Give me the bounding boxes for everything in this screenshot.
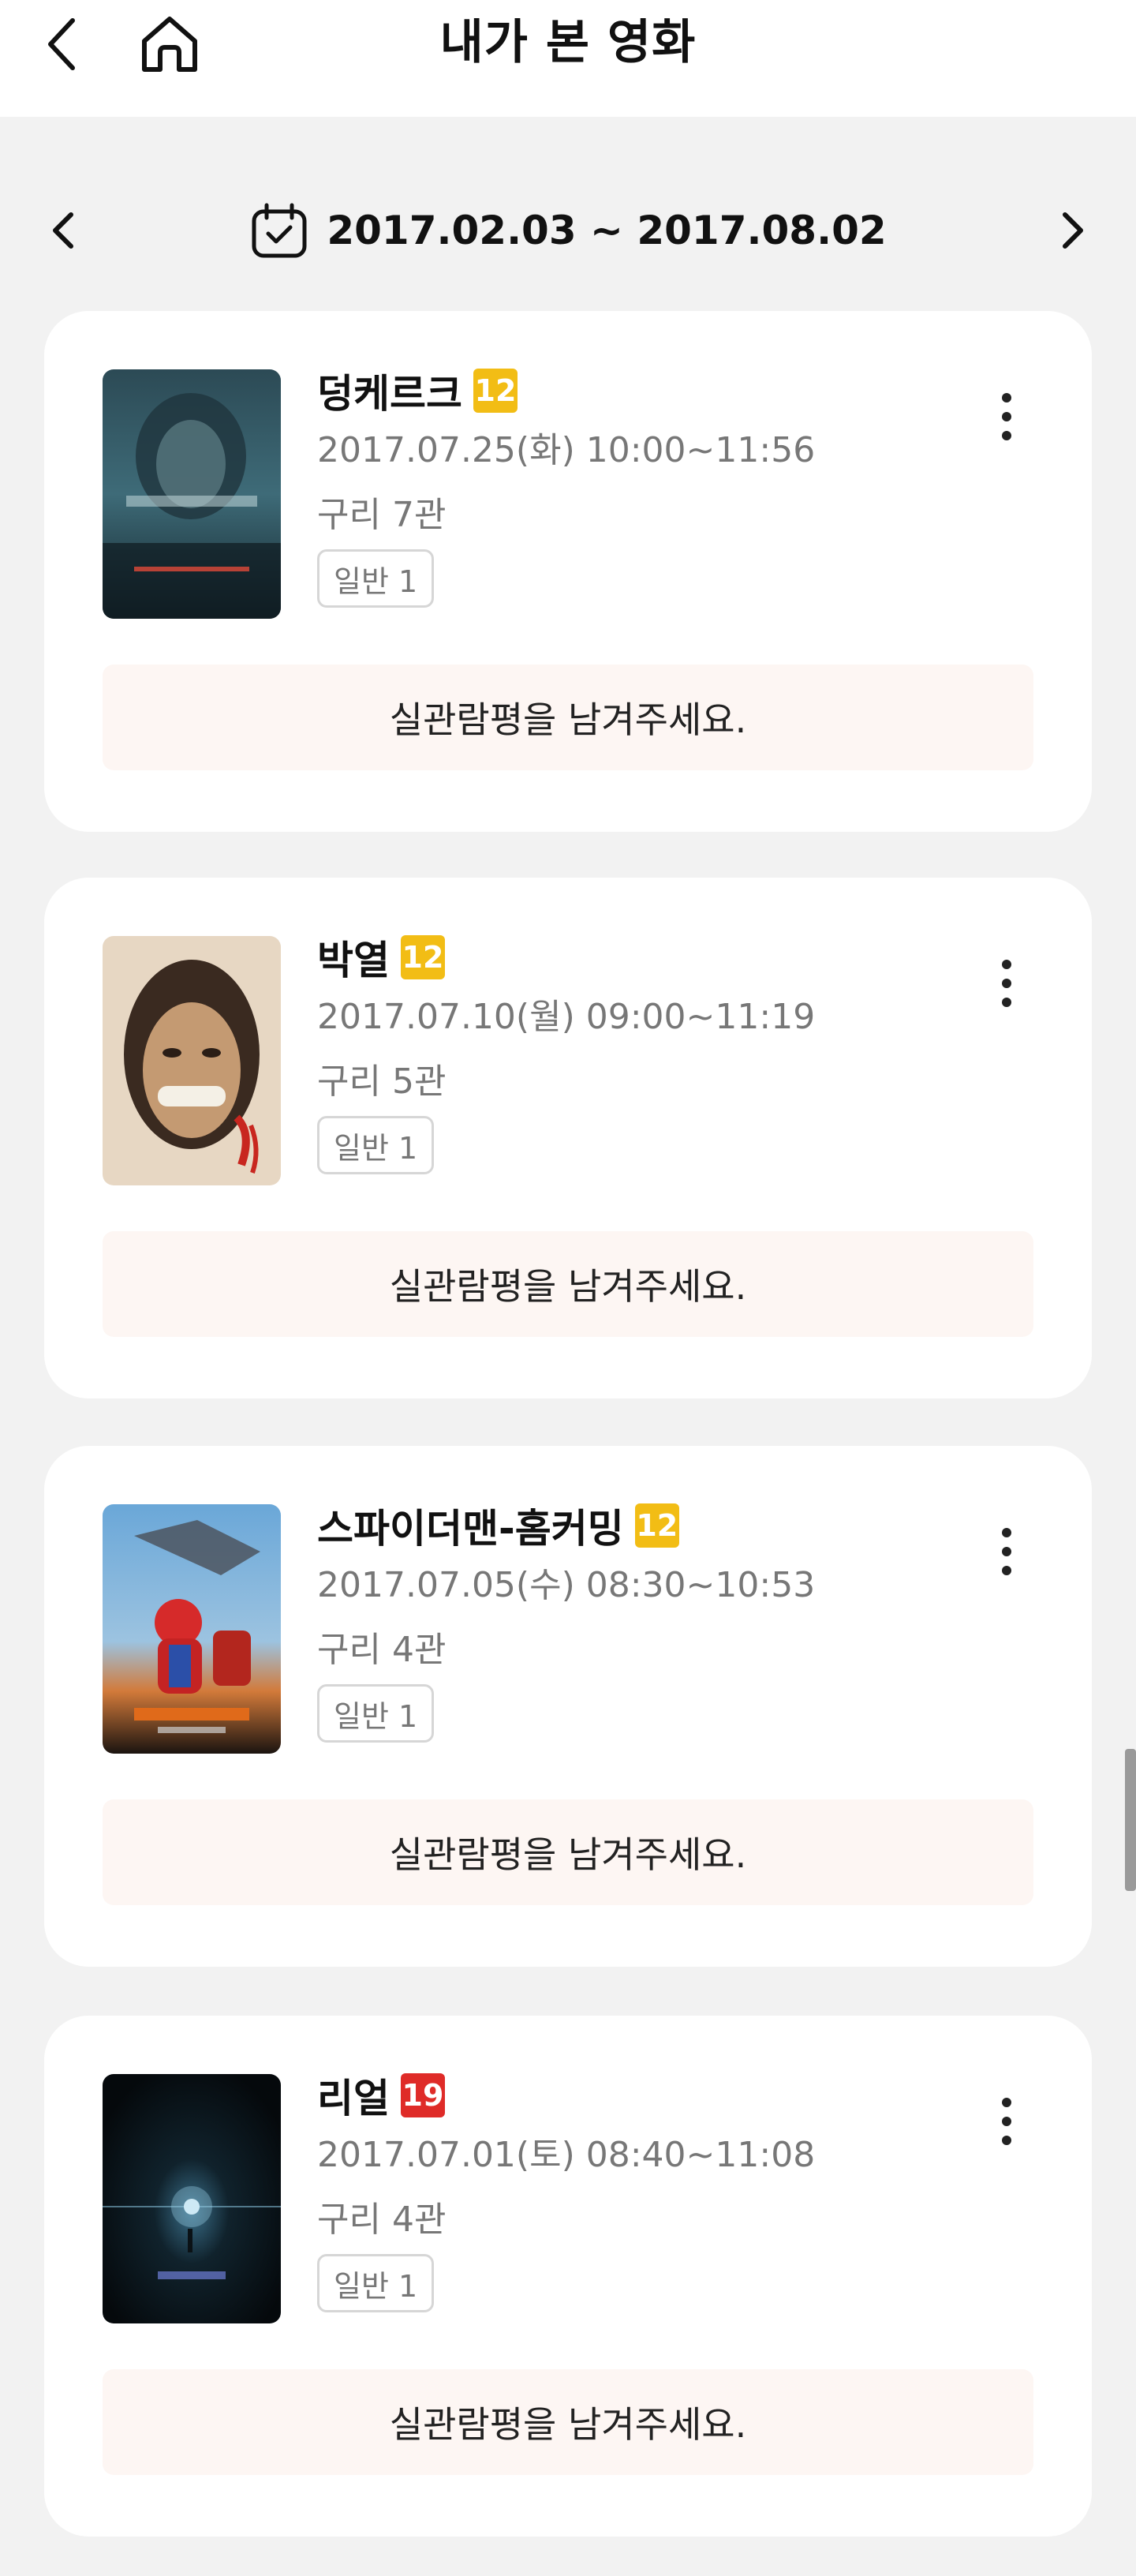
showtime: 2017.07.01(토) 08:40~11:08 (317, 2135, 816, 2175)
back-button[interactable] (33, 11, 90, 77)
app-header: 내가 본 영화 (0, 0, 1136, 117)
movie-card: 박열 12 2017.07.10(월) 09:00~11:19 구리 5관 일반… (44, 878, 1092, 1398)
movie-poster[interactable] (103, 2074, 281, 2323)
age-rating-badge: 12 (401, 935, 445, 979)
movie-poster[interactable] (103, 369, 281, 619)
theater: 구리 7관 (317, 495, 447, 535)
more-options-button[interactable] (985, 1514, 1029, 1589)
movie-title: 박열 (317, 938, 390, 983)
age-rating-badge: 12 (473, 369, 518, 413)
home-icon (142, 17, 197, 72)
more-vertical-icon (1002, 1528, 1011, 1537)
scrollbar-thumb[interactable] (1125, 1749, 1136, 1891)
movie-title: 덩케르크 (317, 371, 462, 417)
movie-title-row: 박열 12 (317, 930, 445, 985)
home-button[interactable] (134, 11, 205, 77)
more-options-button[interactable] (985, 945, 1029, 1021)
write-review-button[interactable]: 실관람평을 남겨주세요. (103, 665, 1033, 770)
movie-card: 리얼 19 2017.07.01(토) 08:40~11:08 구리 4관 일반… (44, 2016, 1092, 2537)
more-vertical-icon (1002, 2098, 1011, 2107)
date-range-display[interactable]: 2017.02.03 ~ 2017.08.02 (0, 182, 1136, 279)
movie-title: 스파이더맨-홈커밍 (317, 1506, 624, 1552)
more-options-button[interactable] (985, 379, 1029, 455)
write-review-button[interactable]: 실관람평을 남겨주세요. (103, 1799, 1033, 1905)
chevron-right-icon (1063, 212, 1083, 249)
chevron-left-icon (48, 18, 75, 70)
age-rating-badge: 19 (401, 2073, 445, 2117)
movie-card: 덩케르크 12 2017.07.25(화) 10:00~11:56 구리 7관 … (44, 311, 1092, 832)
showtime: 2017.07.25(화) 10:00~11:56 (317, 430, 816, 470)
theater: 구리 4관 (317, 1630, 447, 1670)
more-vertical-icon (1002, 960, 1011, 969)
theater: 구리 5관 (317, 1061, 447, 1102)
movie-title: 리얼 (317, 2076, 390, 2121)
showtime: 2017.07.05(수) 08:30~10:53 (317, 1565, 816, 1605)
age-rating-badge: 12 (634, 1503, 679, 1548)
write-review-button[interactable]: 실관람평을 남겨주세요. (103, 1231, 1033, 1337)
date-range-nav: 2017.02.03 ~ 2017.08.02 (0, 182, 1136, 279)
ticket-type-badge: 일반 1 (317, 2254, 435, 2312)
movie-poster[interactable] (103, 1504, 281, 1754)
showtime: 2017.07.10(월) 09:00~11:19 (317, 997, 816, 1037)
more-options-button[interactable] (985, 2084, 1029, 2159)
calendar-check-icon (252, 203, 307, 258)
ticket-type-badge: 일반 1 (317, 1684, 435, 1743)
next-period-button[interactable] (1048, 205, 1098, 256)
write-review-button[interactable]: 실관람평을 남겨주세요. (103, 2369, 1033, 2475)
movie-poster[interactable] (103, 936, 281, 1185)
movie-title-row: 스파이더맨-홈커밍 12 (317, 1498, 679, 1553)
more-vertical-icon (1002, 393, 1011, 402)
movie-card: 스파이더맨-홈커밍 12 2017.07.05(수) 08:30~10:53 구… (44, 1446, 1092, 1967)
theater: 구리 4관 (317, 2200, 447, 2240)
ticket-type-badge: 일반 1 (317, 1116, 435, 1174)
movie-title-row: 덩케르크 12 (317, 363, 518, 418)
date-range-text: 2017.02.03 ~ 2017.08.02 (327, 208, 887, 253)
movie-title-row: 리얼 19 (317, 2068, 445, 2123)
ticket-type-badge: 일반 1 (317, 549, 435, 608)
